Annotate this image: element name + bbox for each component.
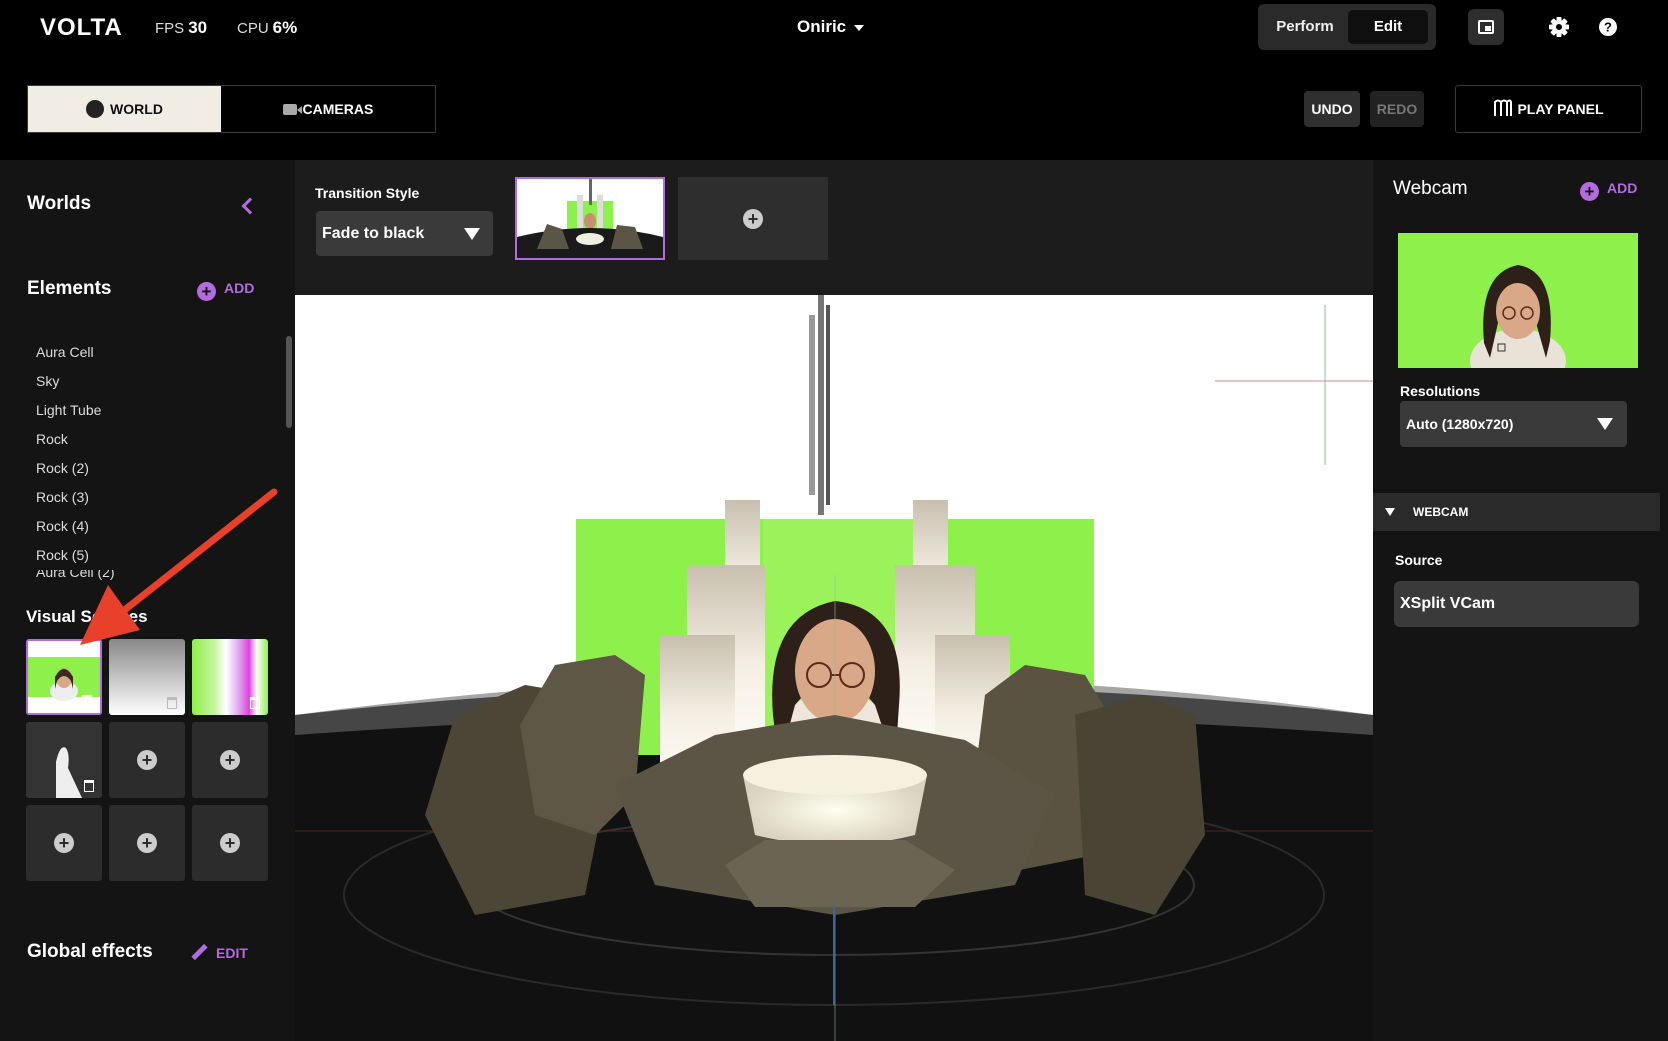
scene-viewport[interactable] — [295, 295, 1373, 1041]
transition-style-label: Transition Style — [315, 185, 420, 201]
add-world-button[interactable] — [678, 177, 828, 260]
add-source-button[interactable]: + ADD — [1580, 180, 1637, 201]
plus-circle-icon: + — [1580, 182, 1599, 201]
add-source-label: ADD — [1607, 180, 1638, 196]
scene-render — [295, 295, 1373, 1041]
source-label: Source — [1395, 552, 1443, 568]
webcam-panel-title: Webcam — [1393, 178, 1468, 199]
chevron-down-icon — [1385, 508, 1395, 516]
webcam-section-label: WEBCAM — [1413, 505, 1469, 519]
transition-strip: Transition Style Fade to black — [295, 160, 1373, 295]
transition-style-value: Fade to black — [322, 225, 425, 242]
webcam-section-header[interactable]: WEBCAM — [1373, 493, 1660, 531]
dropdown-caret-icon — [464, 228, 480, 240]
world-thumbnail[interactable] — [515, 177, 665, 260]
resolution-value: Auto (1280x720) — [1406, 416, 1514, 432]
right-panel: Webcam + ADD Resolutions Auto (1280x720) … — [1373, 160, 1668, 1041]
transition-style-select[interactable]: Fade to black — [316, 211, 493, 256]
dropdown-caret-icon — [1597, 418, 1613, 430]
resolutions-label: Resolutions — [1400, 383, 1481, 399]
webcam-preview — [1398, 233, 1638, 368]
resolution-select[interactable]: Auto (1280x720) — [1400, 401, 1627, 447]
source-select[interactable]: XSplit VCam — [1394, 581, 1639, 627]
